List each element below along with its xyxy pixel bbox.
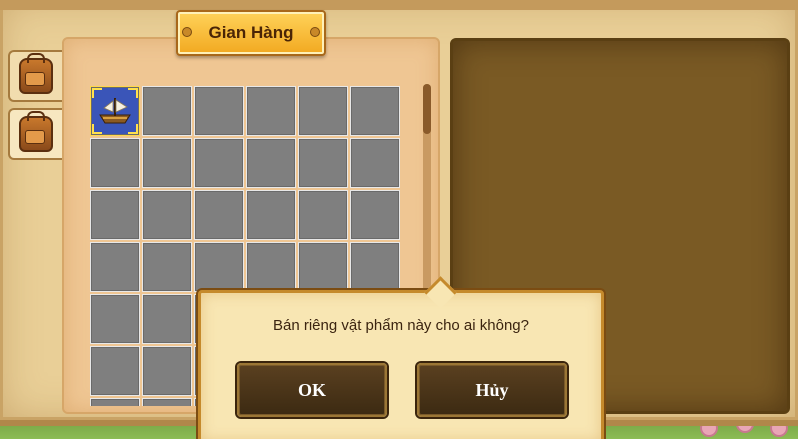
side-tab-backpack-2[interactable] bbox=[8, 108, 62, 160]
scrollbar-thumb[interactable] bbox=[423, 84, 431, 134]
inventory-slot[interactable] bbox=[298, 190, 348, 240]
dialog-message: Bán riêng vật phẩm này cho ai không? bbox=[272, 317, 529, 334]
inventory-slot[interactable] bbox=[142, 190, 192, 240]
window-title: Gian Hàng bbox=[208, 23, 294, 42]
inventory-slot[interactable] bbox=[90, 346, 140, 396]
inventory-slot[interactable] bbox=[246, 86, 296, 136]
inventory-slot[interactable] bbox=[90, 242, 140, 292]
inventory-slot[interactable] bbox=[90, 294, 140, 344]
side-tab-backpack-1[interactable] bbox=[8, 50, 62, 102]
game-scene: Gian Hàng Bán riêng vật phẩm này cho ai … bbox=[0, 0, 798, 439]
inventory-slot[interactable] bbox=[142, 138, 192, 188]
inventory-slot[interactable] bbox=[90, 190, 140, 240]
inventory-slot[interactable] bbox=[142, 346, 192, 396]
inventory-slot[interactable] bbox=[350, 190, 400, 240]
inventory-slot[interactable] bbox=[90, 86, 140, 136]
backpack-icon bbox=[19, 53, 53, 94]
inventory-slot[interactable] bbox=[90, 398, 140, 406]
backpack-icon bbox=[19, 111, 53, 152]
inventory-slot[interactable] bbox=[298, 138, 348, 188]
inventory-slot[interactable] bbox=[246, 138, 296, 188]
inventory-slot[interactable] bbox=[194, 86, 244, 136]
ok-button[interactable]: OK bbox=[237, 363, 387, 417]
inventory-slot[interactable] bbox=[142, 294, 192, 344]
title-knob-left bbox=[182, 27, 192, 37]
inventory-slot[interactable] bbox=[298, 242, 348, 292]
inventory-slot[interactable] bbox=[298, 86, 348, 136]
inventory-slot[interactable] bbox=[194, 138, 244, 188]
confirm-dialog: Bán riêng vật phẩm này cho ai không? OK … bbox=[198, 276, 604, 439]
inventory-slot[interactable] bbox=[350, 138, 400, 188]
window-title-plate: Gian Hàng bbox=[176, 10, 326, 56]
ship-icon bbox=[99, 98, 131, 124]
inventory-slot[interactable] bbox=[246, 242, 296, 292]
inventory-slot[interactable] bbox=[350, 242, 400, 292]
inventory-slot[interactable] bbox=[142, 242, 192, 292]
inventory-slot[interactable] bbox=[194, 242, 244, 292]
title-knob-right bbox=[310, 27, 320, 37]
inventory-slot[interactable] bbox=[142, 86, 192, 136]
inventory-slot[interactable] bbox=[90, 138, 140, 188]
inventory-slot[interactable] bbox=[142, 398, 192, 406]
cancel-button[interactable]: Hủy bbox=[417, 363, 567, 417]
inventory-slot[interactable] bbox=[194, 190, 244, 240]
inventory-slot[interactable] bbox=[246, 190, 296, 240]
inventory-slot[interactable] bbox=[350, 86, 400, 136]
